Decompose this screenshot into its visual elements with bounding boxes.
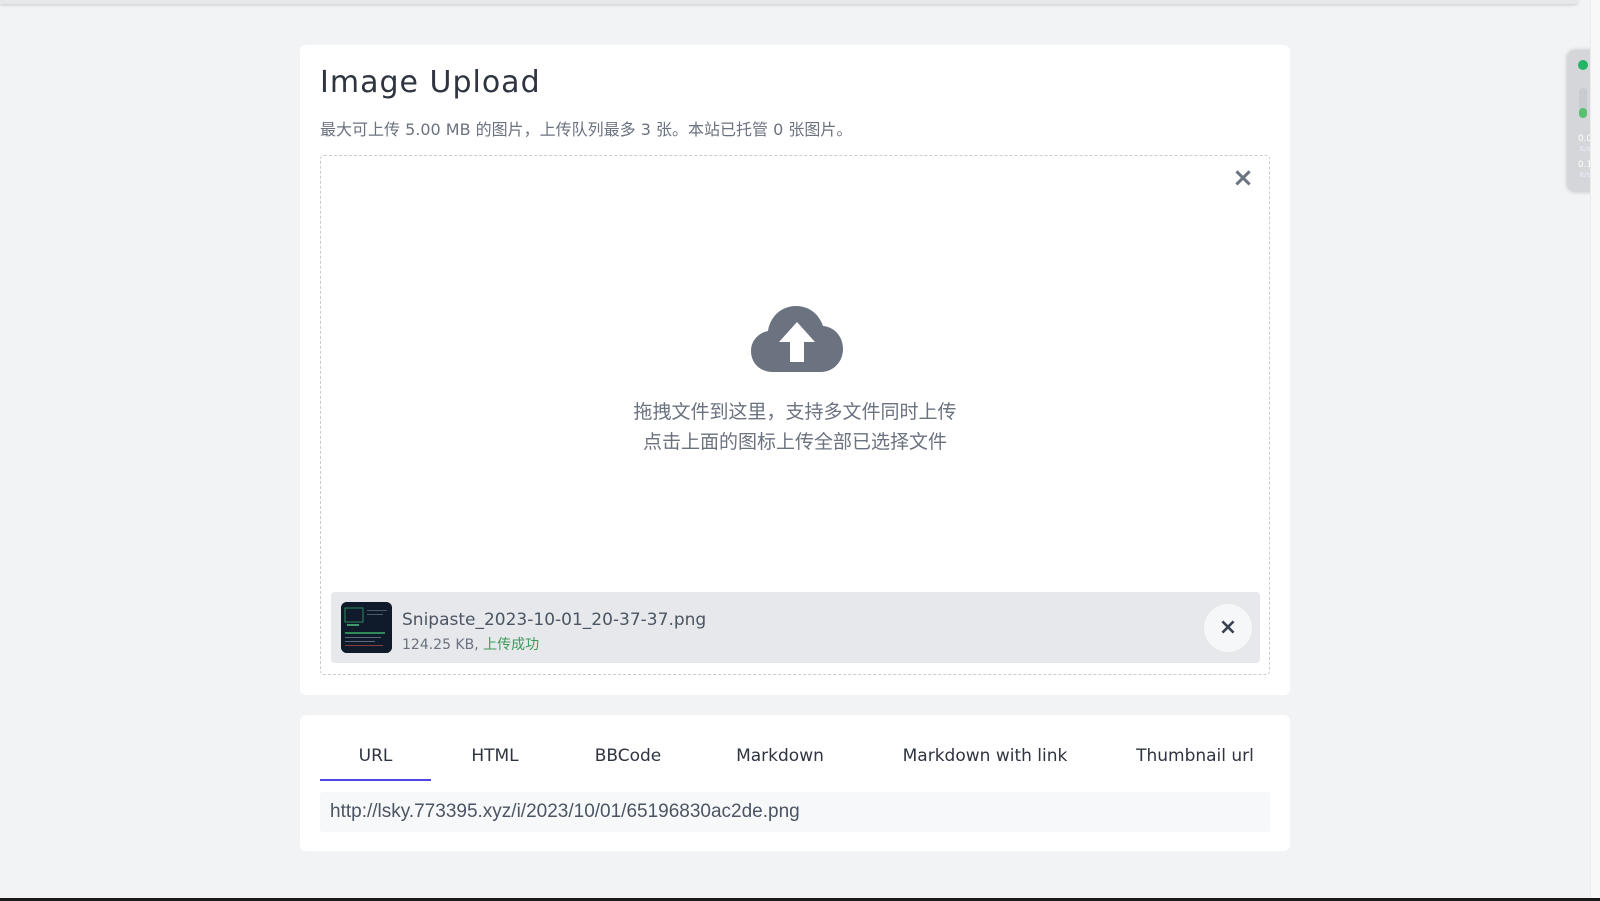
upload-status: 上传成功: [483, 637, 540, 653]
page-title: Image Upload: [320, 65, 541, 100]
status-dot-icon: [1578, 60, 1588, 70]
link-output-field[interactable]: http://lsky.773395.xyz/i/2023/10/01/6519…: [320, 792, 1270, 832]
usage-bar: [1579, 88, 1587, 118]
tab-thumbnail-url[interactable]: Thumbnail url: [1120, 735, 1270, 781]
upload-card: Image Upload 最大可上传 5.00 MB 的图片，上传队列最多 3 …: [300, 45, 1290, 695]
tab-url[interactable]: URL: [320, 735, 431, 781]
close-icon[interactable]: ×: [1231, 165, 1255, 191]
file-size: 124.25 KB,: [402, 637, 479, 653]
cloud-upload-icon[interactable]: [749, 304, 845, 374]
links-card: URL HTML BBCode Markdown Markdown with l…: [300, 715, 1290, 851]
scrollbar[interactable]: [1590, 0, 1600, 901]
uploaded-file-item: Snipaste_2023-10-01_20-37-37.png 124.25 …: [331, 592, 1260, 663]
file-meta: 124.25 KB, 上传成功: [402, 634, 539, 654]
top-shadow-bar: [0, 0, 1578, 4]
drop-hint-line2: 点击上面的图标上传全部已选择文件: [642, 431, 947, 453]
drop-hint-line1: 拖拽文件到这里，支持多文件同时上传: [633, 401, 957, 423]
tab-bbcode[interactable]: BBCode: [584, 735, 672, 781]
tab-markdown-with-link[interactable]: Markdown with link: [888, 735, 1082, 781]
drop-zone[interactable]: × 拖拽文件到这里，支持多文件同时上传 点击上面的图标上传全部已选择文件 Sni…: [320, 155, 1270, 675]
link-format-tabs: URL HTML BBCode Markdown Markdown with l…: [320, 735, 1270, 781]
tab-html[interactable]: HTML: [460, 735, 530, 781]
file-thumbnail: [341, 602, 392, 653]
tab-markdown[interactable]: Markdown: [728, 735, 832, 781]
upload-limits-text: 最大可上传 5.00 MB 的图片，上传队列最多 3 张。本站已托管 0 张图片…: [320, 120, 853, 139]
remove-file-button[interactable]: ×: [1204, 604, 1252, 652]
file-name: Snipaste_2023-10-01_20-37-37.png: [402, 610, 707, 630]
